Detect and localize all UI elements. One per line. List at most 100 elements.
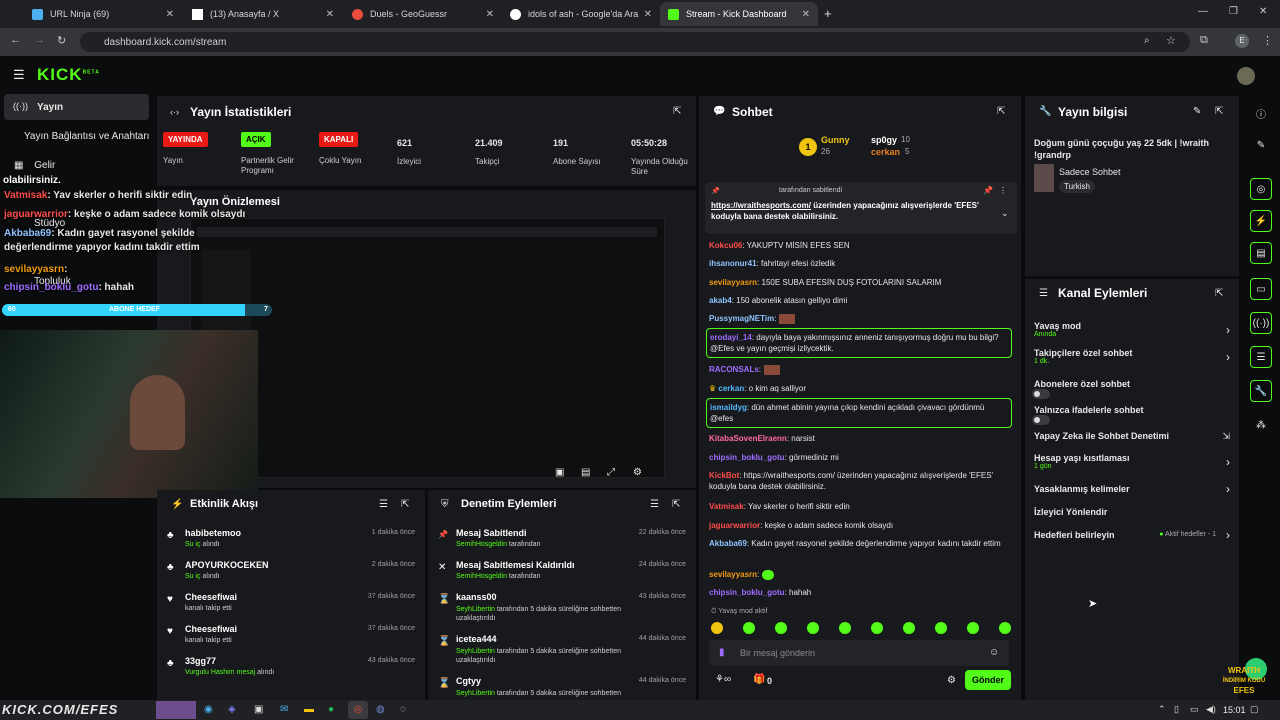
network-icon[interactable]: ▭ bbox=[1190, 704, 1199, 715]
obs-icon[interactable]: ◌ bbox=[400, 704, 406, 715]
preview-theater-icon[interactable]: ▤ bbox=[581, 467, 590, 478]
tab-close-icon[interactable]: ✕ bbox=[166, 9, 174, 20]
hamburger-menu-icon[interactable]: ☰ bbox=[13, 67, 25, 83]
action-goals[interactable]: Hedefleri belirleyin ● Aktif hedefler - 1… bbox=[1034, 528, 1234, 548]
list-icon[interactable]: ☰ bbox=[1250, 346, 1272, 368]
volume-icon[interactable]: ◀) bbox=[1206, 704, 1216, 715]
action-emotes-only[interactable]: Yalnızca ifadelerle sohbet bbox=[1032, 405, 1234, 425]
address-bar[interactable]: dashboard.kick.com/stream bbox=[80, 32, 1190, 52]
usb-icon[interactable]: ▯ bbox=[1174, 704, 1179, 715]
bolt-icon[interactable]: ⚡ bbox=[1250, 210, 1272, 232]
preview-expand-icon[interactable]: ⤢ bbox=[607, 467, 615, 478]
channel-points-icon[interactable]: ⚘∞ bbox=[715, 674, 731, 685]
sidebar-item-stream-key[interactable]: Yayın Bağlantısı ve Anahtarı bbox=[24, 131, 149, 142]
sidebar-item-yayin[interactable]: ((·)) Yayın bbox=[4, 94, 149, 120]
tag-chip[interactable]: Turkish bbox=[1059, 180, 1095, 193]
tab-close-icon[interactable]: ✕ bbox=[644, 9, 652, 20]
browser-menu-icon[interactable]: ⋮ bbox=[1262, 34, 1273, 47]
popout-icon[interactable]: ⇱ bbox=[1215, 288, 1223, 299]
store-icon[interactable]: ▣ bbox=[254, 704, 263, 715]
tab-url-ninja[interactable]: URL Ninja (69) ✕ bbox=[24, 2, 182, 26]
send-button[interactable]: Gönder bbox=[965, 670, 1011, 690]
emoji-picker-icon[interactable]: ☺ bbox=[989, 647, 999, 658]
edge-icon[interactable]: ◉ bbox=[204, 704, 213, 715]
emote-icon[interactable] bbox=[839, 622, 851, 634]
chat-input[interactable]: ▮ Bir mesaj gönderin ☺ bbox=[709, 640, 1009, 666]
popout-icon[interactable]: ⇱ bbox=[1215, 106, 1223, 117]
forward-icon[interactable]: → bbox=[34, 34, 45, 46]
reload-icon[interactable]: ↻ bbox=[57, 34, 66, 47]
camera-icon[interactable]: ◎ bbox=[1250, 178, 1272, 200]
preview-fullscreen-icon[interactable]: ▣ bbox=[555, 467, 564, 478]
emotes-only-toggle[interactable] bbox=[1032, 415, 1050, 425]
microphone-icon[interactable]: ▮ bbox=[719, 647, 725, 658]
tab-close-icon[interactable]: ✕ bbox=[802, 9, 810, 20]
tab-kick-dashboard[interactable]: Stream - Kick Dashboard ✕ bbox=[660, 2, 818, 26]
popout-icon[interactable]: ⇱ bbox=[673, 106, 681, 117]
gift-icon[interactable]: 🎁 bbox=[753, 674, 765, 685]
filter-icon[interactable]: ☰ bbox=[650, 499, 659, 510]
document-icon[interactable]: ▤ bbox=[1250, 242, 1272, 264]
tab-x[interactable]: (13) Anasayfa / X ✕ bbox=[184, 2, 342, 26]
clock[interactable]: 15:01 bbox=[1223, 705, 1246, 715]
restore-button[interactable]: ❐ bbox=[1229, 6, 1238, 17]
chrome-icon[interactable]: ◎ bbox=[348, 701, 368, 719]
action-slow-mode[interactable]: Yavaş mod Anında › bbox=[1034, 321, 1234, 345]
chat-settings-icon[interactable]: ⚙ bbox=[947, 675, 956, 686]
minimize-button[interactable]: — bbox=[1198, 6, 1208, 17]
action-followers-only[interactable]: Takipçilere özel sohbet 1 dk. › bbox=[1034, 348, 1234, 372]
emote-icon[interactable] bbox=[871, 622, 883, 634]
edit-pencil-icon[interactable]: ✎ bbox=[1193, 106, 1201, 117]
popout-icon[interactable]: ⇱ bbox=[672, 499, 680, 510]
pinned-message[interactable]: 📌 tarafından sabitlendi 📌 ⋮ https://wrai… bbox=[705, 182, 1017, 234]
action-ai-moderation[interactable]: Yapay Zeka ile Sohbet Denetimi ⇲ bbox=[1034, 431, 1234, 449]
emote-icon[interactable] bbox=[743, 622, 755, 634]
emote-icon[interactable] bbox=[775, 622, 787, 634]
tab-google[interactable]: idols of ash - Google'da Ara ✕ bbox=[502, 2, 660, 26]
chat-bubble-icon[interactable]: ▭ bbox=[1250, 278, 1272, 300]
action-host-redirect[interactable]: İzleyici Yönlendir bbox=[1034, 507, 1234, 525]
emote-icon[interactable] bbox=[903, 622, 915, 634]
zoom-icon[interactable]: ⌕ bbox=[1144, 35, 1150, 46]
app-icon[interactable]: ◈ bbox=[228, 704, 236, 715]
unpin-button[interactable]: 📌 bbox=[983, 186, 993, 195]
wrench-icon[interactable]: 🔧 bbox=[1250, 380, 1272, 402]
popout-icon[interactable]: ⇱ bbox=[401, 499, 409, 510]
notifications-icon[interactable]: ▢ bbox=[1250, 704, 1259, 715]
tab-close-icon[interactable]: ✕ bbox=[486, 9, 494, 20]
spotify-icon[interactable]: ● bbox=[328, 704, 334, 715]
emote-icon[interactable] bbox=[711, 622, 723, 634]
tray-chevron-icon[interactable]: ⌃ bbox=[1158, 704, 1166, 715]
extensions-icon[interactable]: ⧉ bbox=[1200, 34, 1208, 47]
emote-icon[interactable] bbox=[807, 622, 819, 634]
edit-pencil-icon[interactable]: ✎ bbox=[1250, 134, 1272, 156]
bookmark-star-icon[interactable]: ☆ bbox=[1166, 34, 1176, 47]
explorer-icon[interactable]: ▬ bbox=[304, 704, 314, 715]
broadcast-icon[interactable]: ((·)) bbox=[1250, 312, 1272, 334]
outlook-icon[interactable]: ✉ bbox=[280, 704, 288, 715]
discord-icon[interactable]: ◍ bbox=[376, 704, 385, 715]
emote-icon[interactable] bbox=[999, 622, 1011, 634]
emote-icon[interactable] bbox=[935, 622, 947, 634]
category-name[interactable]: Sadece Sohbet bbox=[1059, 167, 1121, 177]
chevron-down-icon[interactable]: ⌄ bbox=[1001, 208, 1009, 219]
user-avatar[interactable] bbox=[1237, 67, 1255, 85]
action-subscribers-only[interactable]: Abonelere özel sohbet bbox=[1032, 379, 1234, 399]
popout-icon[interactable]: ⇱ bbox=[997, 106, 1005, 117]
emote-icon[interactable] bbox=[967, 622, 979, 634]
tab-close-icon[interactable]: ✕ bbox=[326, 9, 334, 20]
action-account-age[interactable]: Hesap yaşı kısıtlaması 1 gün › bbox=[1034, 453, 1234, 477]
close-window-button[interactable]: ✕ bbox=[1259, 6, 1267, 17]
more-options-icon[interactable]: ⋮ bbox=[999, 186, 1007, 195]
tab-geoguessr[interactable]: Duels - GeoGuessr ✕ bbox=[344, 2, 502, 26]
profile-avatar[interactable]: E bbox=[1235, 34, 1249, 48]
action-banned-words[interactable]: Yasaklanmış kelimeler › bbox=[1034, 482, 1234, 502]
sidebar-item-gelir[interactable]: ▦ Gelir bbox=[14, 160, 55, 171]
preview-settings-icon[interactable]: ⚙ bbox=[633, 467, 642, 478]
filter-icon[interactable]: ☰ bbox=[379, 499, 388, 510]
subscribers-only-toggle[interactable] bbox=[1032, 389, 1050, 399]
info-icon[interactable]: ⓘ bbox=[1250, 102, 1272, 124]
kick-logo[interactable]: KICKBETA bbox=[37, 65, 100, 85]
back-icon[interactable]: ← bbox=[10, 34, 21, 46]
new-tab-button[interactable]: + bbox=[824, 6, 832, 21]
